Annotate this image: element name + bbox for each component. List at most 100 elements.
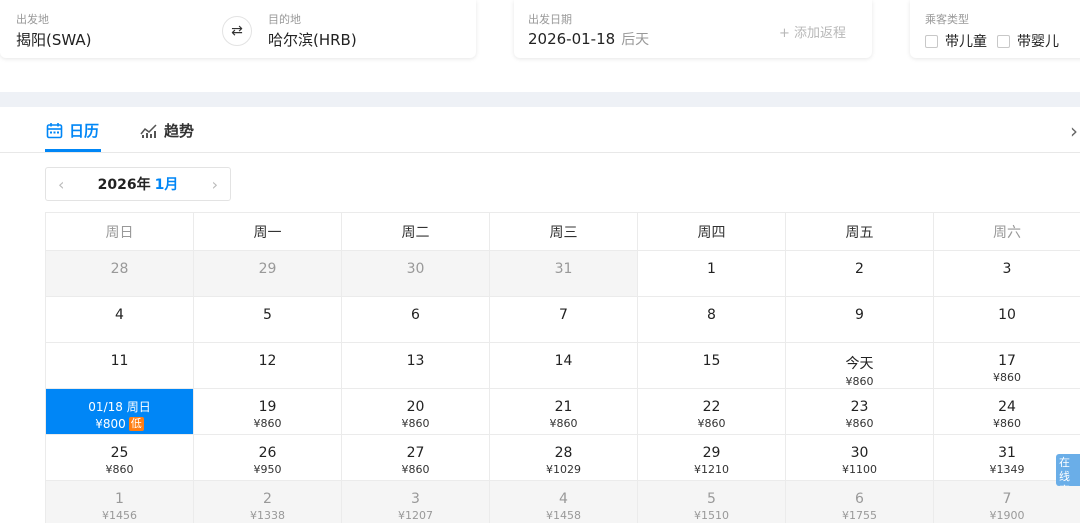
price-value: ¥1210 bbox=[694, 463, 729, 476]
calendar-day-cell[interactable]: 4 ¥1458 bbox=[489, 480, 637, 523]
calendar-day-cell[interactable]: 23 ¥860 bbox=[785, 388, 933, 434]
day-number: 24 bbox=[998, 399, 1016, 415]
calendar-day-cell[interactable]: 29 ¥1210 bbox=[637, 434, 785, 480]
day-price: ¥1100 bbox=[842, 463, 877, 476]
month-value[interactable]: 1月 bbox=[155, 177, 179, 193]
calendar-day-cell[interactable]: 11 bbox=[45, 342, 193, 388]
date-field[interactable]: 2026-01-18 后天 bbox=[528, 29, 649, 49]
calendar-day-cell[interactable]: 31 bbox=[489, 250, 637, 296]
calendar-day-cell[interactable]: 27 ¥860 bbox=[341, 434, 489, 480]
calendar-day-cell[interactable]: 19 ¥860 bbox=[193, 388, 341, 434]
child-option[interactable]: 带儿童 bbox=[925, 31, 987, 51]
tab-trend[interactable]: 趋势 bbox=[140, 120, 194, 141]
infant-option[interactable]: 带婴儿 bbox=[997, 31, 1059, 51]
month-navigator: ‹ 2026年 1月 › bbox=[45, 167, 231, 201]
calendar-day-cell[interactable]: 5 ¥1510 bbox=[637, 480, 785, 523]
destination-field[interactable]: 哈尔滨(HRB) bbox=[268, 29, 357, 50]
price-value: ¥860 bbox=[697, 417, 726, 430]
calendar-day-cell[interactable]: 2 bbox=[785, 250, 933, 296]
day-price: ¥860 bbox=[698, 417, 726, 430]
add-return-button[interactable]: + 添加返程 bbox=[779, 22, 846, 41]
day-price: ¥800 低 bbox=[95, 417, 144, 431]
day-number: 31 bbox=[998, 445, 1016, 461]
day-price: ¥860 bbox=[402, 463, 430, 476]
calendar-day-cell[interactable]: 20 ¥860 bbox=[341, 388, 489, 434]
calendar-day-cell[interactable]: 17 ¥860 bbox=[933, 342, 1080, 388]
section-separator bbox=[0, 92, 1080, 107]
price-value: ¥950 bbox=[253, 463, 282, 476]
tab-calendar[interactable]: 日历 bbox=[46, 120, 99, 141]
calendar-day-cell[interactable]: 10 bbox=[933, 296, 1080, 342]
day-price: ¥1210 bbox=[694, 463, 729, 476]
price-calendar: 周日 周一 周二 周三 周四 周五 周六 28 29 30 31 1 2 3 4 5 6 7 8 9 10 11 12 13… bbox=[45, 212, 1080, 523]
price-value: ¥860 bbox=[993, 417, 1021, 430]
day-price: ¥860 bbox=[402, 417, 430, 430]
calendar-day-cell[interactable]: 今天 ¥860 bbox=[785, 342, 933, 388]
calendar-day-cell[interactable]: 7 ¥1900 bbox=[933, 480, 1080, 523]
calendar-day-cell[interactable]: 28 bbox=[45, 250, 193, 296]
day-price: ¥860 bbox=[846, 417, 874, 430]
price-value: ¥860 bbox=[845, 375, 874, 388]
calendar-day-cell[interactable]: 28 ¥1029 bbox=[489, 434, 637, 480]
online-service-button[interactable]: 在线客服 bbox=[1056, 454, 1080, 486]
day-price: ¥1349 bbox=[990, 463, 1025, 476]
day-number: 21 bbox=[554, 399, 573, 415]
day-number: 27 bbox=[406, 445, 425, 461]
search-bar: 出发地 揭阳(SWA) ⇄ 目的地 哈尔滨(HRB) 出发日期 2026-01-… bbox=[0, 0, 1080, 92]
child-checkbox[interactable] bbox=[925, 34, 938, 48]
calendar-day-cell[interactable]: 22 ¥860 bbox=[637, 388, 785, 434]
calendar-day-cell[interactable]: 9 bbox=[785, 296, 933, 342]
swap-icon[interactable]: ⇄ bbox=[222, 16, 252, 46]
calendar-day-cell[interactable]: 30 ¥1100 bbox=[785, 434, 933, 480]
calendar-day-cell[interactable]: 29 bbox=[193, 250, 341, 296]
calendar-grid: 28 29 30 31 1 2 3 4 5 6 7 8 9 10 11 12 13 14 15 今天 ¥860 17 ¥86… bbox=[45, 250, 1080, 523]
calendar-day-cell[interactable]: 24 ¥860 bbox=[933, 388, 1080, 434]
calendar-day-cell[interactable]: 21 ¥860 bbox=[489, 388, 637, 434]
day-number: 今天 bbox=[845, 356, 874, 372]
day-number: 28 bbox=[110, 261, 129, 277]
day-number: 14 bbox=[554, 353, 573, 369]
calendar-day-cell[interactable]: 12 bbox=[193, 342, 341, 388]
day-price: ¥860 bbox=[846, 375, 874, 388]
calendar-day-cell[interactable]: 25 ¥860 bbox=[45, 434, 193, 480]
day-price: ¥860 bbox=[993, 417, 1021, 430]
passenger-type-label: 乘客类型 bbox=[925, 13, 969, 26]
day-number: 5 bbox=[707, 491, 716, 507]
chevron-right-icon[interactable]: › bbox=[1070, 119, 1078, 143]
weekday-header-cell: 周五 bbox=[785, 212, 933, 251]
prev-month-icon[interactable]: ‹ bbox=[58, 175, 64, 194]
child-label: 带儿童 bbox=[945, 34, 987, 50]
day-number: 10 bbox=[998, 307, 1016, 323]
calendar-day-cell[interactable]: 6 bbox=[341, 296, 489, 342]
view-tabs: 日历 趋势 › bbox=[0, 107, 1080, 153]
day-number: 2 bbox=[263, 491, 272, 507]
origin-field[interactable]: 揭阳(SWA) bbox=[16, 29, 92, 50]
calendar-day-cell[interactable]: 7 bbox=[489, 296, 637, 342]
calendar-day-cell[interactable]: 3 ¥1207 bbox=[341, 480, 489, 523]
day-number: 9 bbox=[855, 307, 864, 323]
day-number: 3 bbox=[1002, 261, 1012, 277]
calendar-day-cell[interactable]: 1 ¥1456 bbox=[45, 480, 193, 523]
price-value: ¥800 bbox=[95, 417, 126, 431]
calendar-day-cell[interactable]: 14 bbox=[489, 342, 637, 388]
calendar-day-cell[interactable]: 3 bbox=[933, 250, 1080, 296]
infant-checkbox[interactable] bbox=[997, 34, 1010, 48]
day-number: 4 bbox=[115, 307, 124, 323]
day-price: ¥1338 bbox=[250, 509, 285, 522]
calendar-day-cell[interactable]: 30 bbox=[341, 250, 489, 296]
calendar-day-cell[interactable]: 5 bbox=[193, 296, 341, 342]
calendar-day-cell[interactable]: 8 bbox=[637, 296, 785, 342]
calendar-day-cell[interactable]: 13 bbox=[341, 342, 489, 388]
calendar-day-cell[interactable]: 4 bbox=[45, 296, 193, 342]
calendar-day-cell[interactable]: 1 bbox=[637, 250, 785, 296]
calendar-day-cell[interactable]: 2 ¥1338 bbox=[193, 480, 341, 523]
price-value: ¥860 bbox=[845, 417, 874, 430]
selected-date-cell[interactable]: 01/18 周日 ¥800 低 bbox=[45, 388, 193, 434]
next-month-icon[interactable]: › bbox=[212, 175, 218, 194]
day-price: ¥1510 bbox=[694, 509, 729, 522]
calendar-day-cell[interactable]: 15 bbox=[637, 342, 785, 388]
day-number: 13 bbox=[406, 353, 425, 369]
calendar-day-cell[interactable]: 26 ¥950 bbox=[193, 434, 341, 480]
origin-label: 出发地 bbox=[16, 13, 49, 26]
calendar-day-cell[interactable]: 6 ¥1755 bbox=[785, 480, 933, 523]
